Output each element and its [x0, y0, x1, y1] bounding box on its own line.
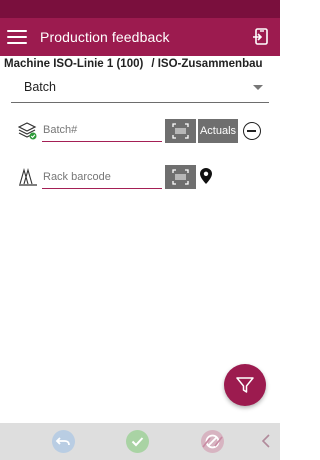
filter-icon — [236, 377, 254, 393]
undo-icon — [55, 437, 70, 446]
actuals-button[interactable]: Actuals — [198, 119, 238, 143]
machine-name: Machine ISO-Linie 1 (100) — [4, 58, 144, 70]
rack-barcode-input[interactable]: Rack barcode — [42, 167, 162, 189]
bottom-action-bar — [0, 423, 280, 460]
cancel-button[interactable] — [201, 430, 224, 453]
type-select-value: Batch — [24, 80, 56, 94]
rack-scan-button[interactable] — [165, 165, 196, 189]
stop-icon — [202, 434, 223, 449]
app-bar: Production feedback — [0, 18, 280, 56]
barcode-scan-icon — [172, 169, 189, 185]
confirm-button[interactable] — [126, 430, 149, 453]
back-button[interactable] — [52, 430, 75, 453]
location-pin-icon[interactable] — [200, 168, 212, 184]
type-select[interactable]: Batch — [11, 77, 269, 103]
chevron-left-icon[interactable] — [262, 434, 270, 448]
layers-check-icon — [18, 122, 37, 140]
batch-scan-button[interactable] — [165, 119, 196, 143]
rack-barcode-icon — [19, 168, 37, 186]
rack-placeholder: Rack barcode — [43, 171, 111, 183]
hamburger-menu-icon[interactable] — [7, 30, 27, 44]
dropdown-arrow-icon — [253, 85, 263, 90]
filter-button[interactable] — [224, 364, 266, 406]
minus-circle-icon[interactable] — [243, 122, 261, 140]
switch-device-icon[interactable] — [251, 28, 271, 47]
status-bar — [0, 0, 280, 18]
workplace-name: / ISO-Zusammenbau — [151, 58, 263, 70]
check-icon — [131, 437, 144, 447]
barcode-scan-icon — [172, 123, 189, 139]
page-title: Production feedback — [40, 29, 170, 45]
batch-placeholder: Batch# — [43, 124, 78, 136]
machine-info: Machine ISO-Linie 1 (100) / ISO-Zusammenb… — [4, 58, 263, 70]
batch-input[interactable]: Batch# — [42, 120, 162, 142]
